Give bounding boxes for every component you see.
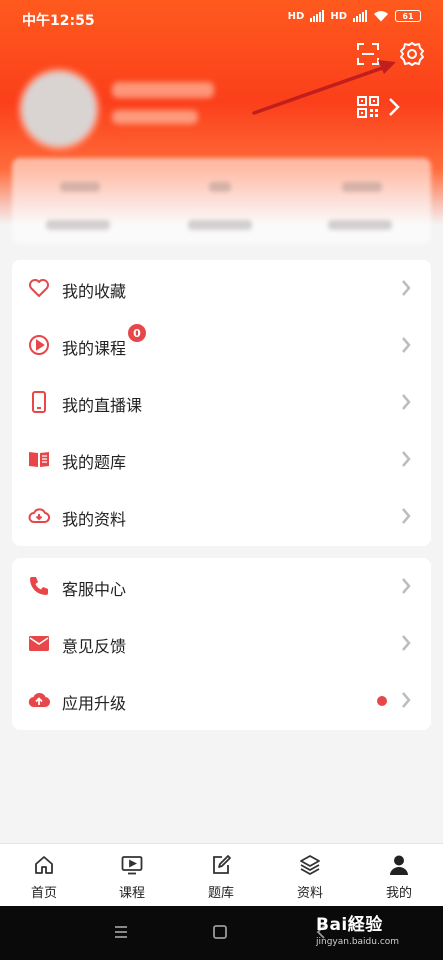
avatar[interactable] xyxy=(22,72,96,146)
chevron-right-icon xyxy=(402,578,411,594)
chevron-right-icon xyxy=(402,692,411,708)
heart-icon xyxy=(29,279,49,297)
tab-label: 课程 xyxy=(118,886,145,901)
scan-icon[interactable] xyxy=(354,40,382,68)
menu-item-label: 我的课程 xyxy=(62,339,127,358)
chevron-right-icon[interactable] xyxy=(387,96,401,118)
menu-item-label: 意见反馈 xyxy=(62,637,127,656)
menu-item-materials[interactable]: 我的资料 xyxy=(12,488,431,545)
signal-hd-label: HD xyxy=(287,10,305,22)
layers-icon xyxy=(300,855,320,876)
tab-home[interactable]: 首页 xyxy=(0,844,88,907)
menu-item-app-upgrade[interactable]: 应用升级 xyxy=(12,672,431,729)
baidu-watermark: Bai経验 jingyan.baidu.com xyxy=(316,910,399,947)
tab-courses[interactable]: 课程 xyxy=(88,844,176,907)
status-icons: HD HD 61 xyxy=(288,10,421,22)
chevron-right-icon xyxy=(402,337,411,353)
home-square-icon[interactable] xyxy=(211,923,229,941)
tab-label: 首页 xyxy=(30,886,57,901)
signal-icon-2 xyxy=(353,10,367,22)
chevron-right-icon xyxy=(402,394,411,410)
tab-question-bank[interactable]: 题库 xyxy=(177,844,265,907)
menu-item-live-courses[interactable]: 我的直播课 xyxy=(12,374,431,431)
menu-item-label: 我的题库 xyxy=(62,453,127,472)
battery-icon: 61 xyxy=(395,10,421,22)
menu-item-label: 我的收藏 xyxy=(62,282,127,301)
wifi-icon xyxy=(374,11,388,22)
user-icon xyxy=(390,855,408,875)
cloud-upload-icon xyxy=(28,693,50,708)
qrcode-icon[interactable] xyxy=(357,96,379,118)
menu-item-label: 我的资料 xyxy=(62,510,127,529)
watermark-brand: Bai経验 xyxy=(316,915,383,935)
tab-mine[interactable]: 我的 xyxy=(355,844,443,907)
phone-icon xyxy=(32,391,46,413)
chevron-right-icon xyxy=(402,451,411,467)
chevron-right-icon xyxy=(402,635,411,651)
mail-icon xyxy=(29,636,49,651)
tab-label: 题库 xyxy=(207,886,234,901)
menu-item-favorites[interactable]: 我的收藏 xyxy=(12,260,431,317)
home-icon xyxy=(35,856,53,874)
signal-hd-label-2: HD xyxy=(330,10,347,22)
menu-item-label: 应用升级 xyxy=(62,694,127,713)
watermark-url: jingyan.baidu.com xyxy=(316,937,400,947)
status-time: 中午12:55 xyxy=(22,13,95,29)
user-level-blurred xyxy=(112,110,198,124)
tab-label: 我的 xyxy=(385,886,412,901)
play-circle-icon xyxy=(29,335,49,355)
menu-item-feedback[interactable]: 意见反馈 xyxy=(12,615,431,672)
stats-card-blurred xyxy=(12,158,431,244)
menu-card-2: 客服中心 意见反馈 应用升级 xyxy=(12,558,431,730)
chevron-right-icon xyxy=(402,280,411,296)
tv-icon xyxy=(121,856,143,875)
tab-materials[interactable]: 资料 xyxy=(266,844,354,907)
bottom-tab-bar: 首页 课程 题库 资料 我的 xyxy=(0,843,443,906)
course-count-badge: 0 xyxy=(126,322,148,344)
signal-icon xyxy=(310,10,325,22)
menu-item-question-bank[interactable]: 我的题库 xyxy=(12,431,431,488)
update-dot xyxy=(377,696,387,706)
menu-icon[interactable] xyxy=(112,923,130,941)
menu-card-1: 我的收藏 我的课程 0 我的直播课 我的题库 我的资料 xyxy=(12,260,431,546)
edit-icon xyxy=(213,855,231,874)
status-bar: 中午12:55 HD HD 61 xyxy=(0,0,443,36)
menu-item-label: 客服中心 xyxy=(62,580,127,599)
cloud-download-icon xyxy=(28,508,50,523)
menu-item-customer-service[interactable]: 客服中心 xyxy=(12,558,431,615)
menu-item-courses[interactable]: 我的课程 xyxy=(12,317,431,374)
phone-call-icon xyxy=(30,577,48,595)
menu-item-label: 我的直播课 xyxy=(62,396,143,415)
chevron-right-icon xyxy=(402,508,411,524)
tab-label: 资料 xyxy=(296,886,323,901)
book-icon xyxy=(29,452,49,467)
gear-icon[interactable] xyxy=(398,40,426,68)
username-blurred xyxy=(112,82,214,98)
